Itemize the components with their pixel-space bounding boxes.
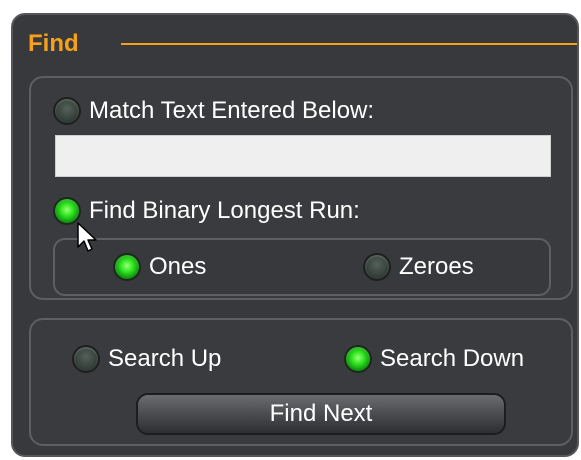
match-text-radio[interactable]: Match Text Entered Below: <box>53 97 374 125</box>
search-direction-group: Search Up Search Down Find Next <box>29 318 573 446</box>
search-up-radio-label: Search Up <box>108 345 222 372</box>
zeroes-radio-indicator-icon <box>363 253 391 281</box>
header-divider <box>121 43 577 45</box>
find-next-button[interactable]: Find Next <box>136 393 506 435</box>
arrow-cursor-icon <box>77 222 97 252</box>
zeroes-radio-label: Zeroes <box>399 253 474 280</box>
match-text-radio-label: Match Text Entered Below: <box>89 97 375 124</box>
zeroes-radio[interactable]: Zeroes <box>363 253 474 281</box>
match-text-radio-indicator-icon <box>53 97 81 125</box>
find-options-group: Match Text Entered Below: Find Binary Lo… <box>29 76 573 300</box>
find-panel-title: Find <box>28 30 79 57</box>
binary-run-radio[interactable]: Find Binary Longest Run: <box>53 197 360 225</box>
search-up-radio[interactable]: Search Up <box>72 345 221 373</box>
ones-radio-indicator-icon <box>113 253 141 281</box>
binary-run-radio-label: Find Binary Longest Run: <box>89 197 360 224</box>
find-panel-header: Find <box>28 29 79 59</box>
ones-radio-label: Ones <box>149 253 207 280</box>
ones-radio[interactable]: Ones <box>113 253 206 281</box>
run-type-group: Ones Zeroes <box>53 238 551 296</box>
search-up-radio-indicator-icon <box>72 345 100 373</box>
search-down-radio-label: Search Down <box>380 345 525 372</box>
search-down-radio-indicator-icon <box>344 345 372 373</box>
search-down-radio[interactable]: Search Down <box>344 345 524 373</box>
search-text-input[interactable] <box>55 135 551 177</box>
